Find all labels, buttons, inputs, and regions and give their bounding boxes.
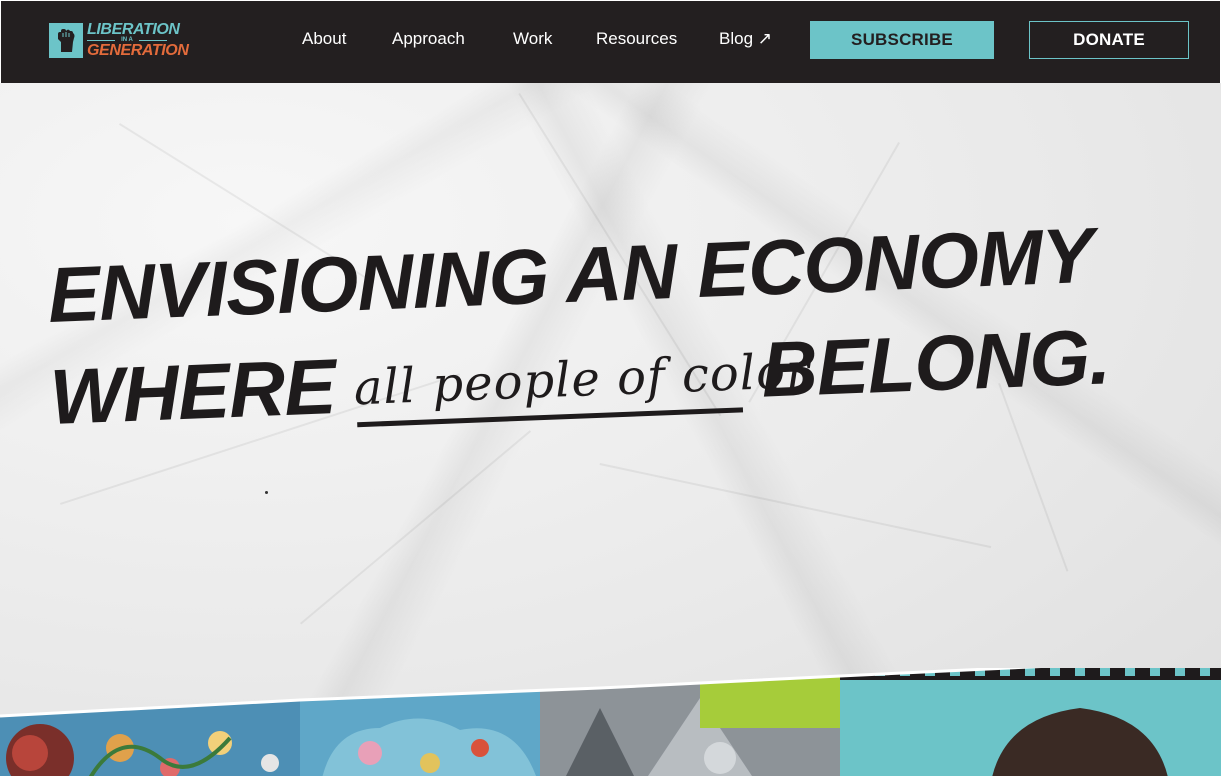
site-header: LIBERATION IN A GENERATION About Approac… — [1, 1, 1220, 83]
hero-section: ENVISIONING AN ECONOMY WHERE all people … — [0, 83, 1221, 776]
donate-button[interactable]: DONATE — [1029, 21, 1189, 59]
nav-blog[interactable]: Blog ↗ — [719, 27, 772, 51]
nav-about[interactable]: About — [302, 27, 346, 51]
subscribe-button[interactable]: SUBSCRIBE — [810, 21, 994, 59]
nav-resources[interactable]: Resources — [596, 27, 677, 51]
headline-belong: BELONG. — [759, 312, 1112, 414]
nav-approach[interactable]: Approach — [392, 27, 465, 51]
headline-where: WHERE — [48, 342, 337, 441]
headline-script-text: all people of color — [352, 342, 811, 417]
mural-image-strip — [0, 668, 1221, 776]
nav-work[interactable]: Work — [513, 27, 552, 51]
